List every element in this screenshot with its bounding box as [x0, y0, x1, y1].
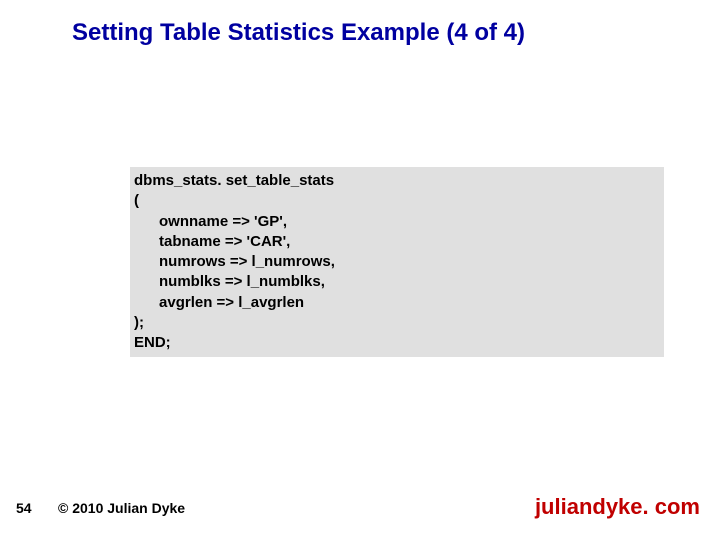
slide-title: Setting Table Statistics Example (4 of 4… [72, 18, 632, 48]
site-link: juliandyke. com [535, 494, 700, 520]
slide-footer: 54 © 2010 Julian Dyke juliandyke. com [0, 488, 720, 516]
code-block: dbms_stats. set_table_stats ( ownname =>… [130, 167, 664, 357]
page-number: 54 [16, 500, 32, 516]
copyright-text: © 2010 Julian Dyke [58, 500, 185, 516]
